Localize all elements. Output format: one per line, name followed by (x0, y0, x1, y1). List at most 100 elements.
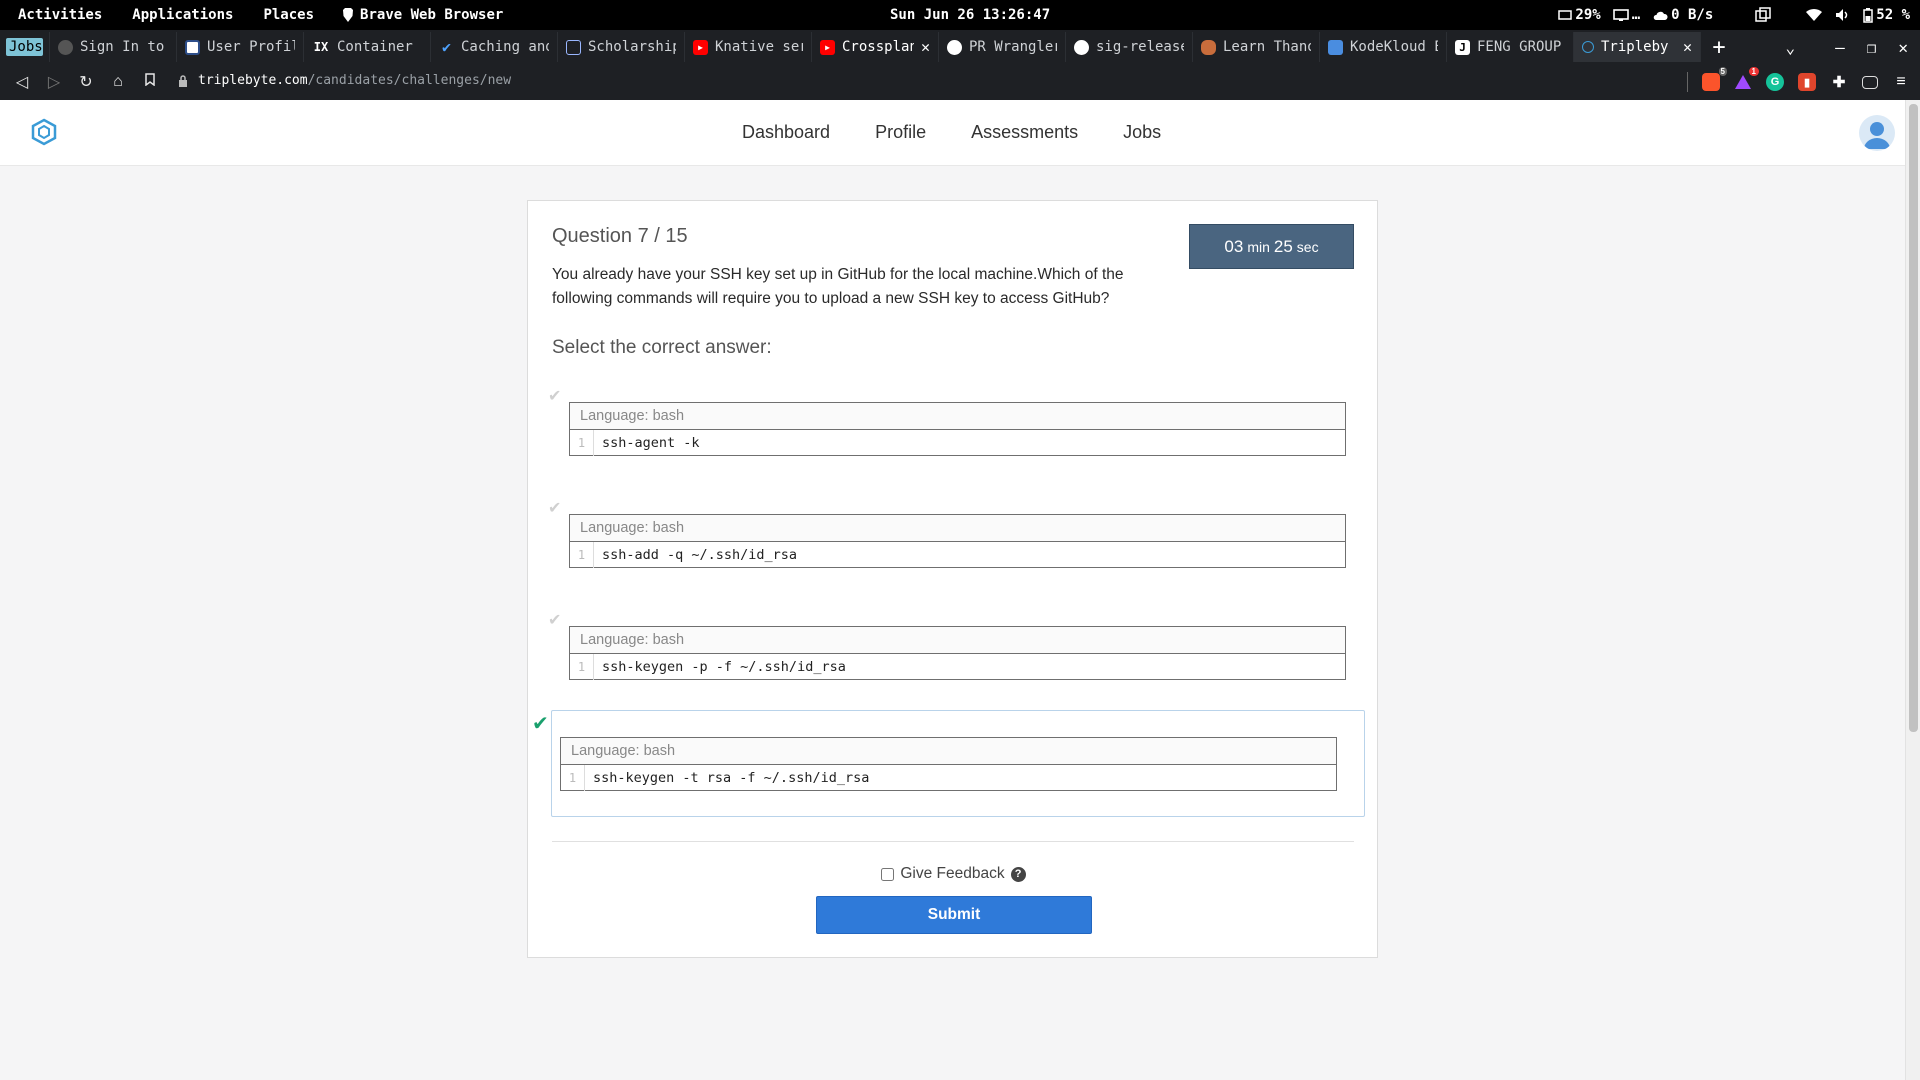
code-language: Language: bash (570, 627, 1345, 654)
question-card: Question 7 / 15 You already have your SS… (527, 200, 1378, 958)
answer-option-3[interactable]: ✔ Language: bash 1 ssh-keygen -p -f ~/.ss… (548, 606, 1356, 704)
tab-knative[interactable]: ▶ Knative ser (685, 32, 812, 62)
user-avatar[interactable] (1859, 115, 1895, 151)
tab-pr-wrangler[interactable]: PR Wrangler (939, 32, 1066, 62)
tab-sig-release[interactable]: sig-release (1066, 32, 1193, 62)
ix-icon: IX (313, 40, 329, 54)
applications-menu[interactable]: Applications (132, 7, 233, 23)
answer-option-2[interactable]: ✔ Language: bash 1 ssh-add -q ~/.ssh/id_r… (548, 494, 1356, 592)
code-line: ssh-keygen -t rsa -f ~/.ssh/id_rsa (593, 770, 870, 786)
url-host: triplebyte.com (198, 73, 308, 88)
system-tray[interactable]: 29% … 0 B/s 52 % (1558, 7, 1910, 23)
back-icon[interactable]: ◁ (6, 72, 38, 92)
code-language: Language: bash (570, 403, 1345, 430)
give-feedback-checkbox[interactable] (881, 867, 895, 881)
wallet-icon[interactable] (1862, 75, 1878, 89)
tab-title: Learn Thano (1223, 39, 1311, 55)
tab-feng-group[interactable]: J FENG GROUP (1447, 32, 1574, 62)
display-value: … (1631, 7, 1641, 23)
grammarly-icon[interactable]: G (1766, 73, 1784, 91)
lock-icon (179, 74, 187, 87)
cpu-value: 29% (1575, 7, 1601, 23)
home-icon[interactable]: ⌂ (102, 73, 134, 91)
brave-shields-icon[interactable]: 5 (1702, 67, 1727, 91)
active-app-menu[interactable]: Brave Web Browser (342, 7, 503, 23)
nav-assessments[interactable]: Assessments (971, 122, 1078, 143)
tab-title: Tripleby (1601, 39, 1669, 55)
new-tab-button[interactable]: + (1701, 35, 1737, 60)
help-icon[interactable]: ? (1010, 866, 1026, 882)
nav-dashboard[interactable]: Dashboard (742, 122, 830, 143)
check-icon: ✔ (548, 500, 562, 517)
tab-container[interactable]: IX Container N (304, 32, 431, 62)
j-icon: J (1455, 39, 1470, 55)
answer-option-4-selected[interactable]: ✔ Language: bash 1 ssh-keygen -t rsa -f ~… (532, 710, 1365, 817)
kodekloud-icon (1328, 39, 1343, 55)
clock[interactable]: Sun Jun 26 13:26:47 (890, 7, 1050, 23)
bookmark-icon[interactable] (134, 73, 166, 91)
page-scrollbar[interactable] (1905, 100, 1920, 1080)
tab-crossplane[interactable]: ▶ Crossplan ✕ (812, 32, 939, 62)
tab-scholarship[interactable]: Scholarship (558, 32, 685, 62)
activities-button[interactable]: Activities (18, 7, 102, 23)
tab-caching[interactable]: ✔ Caching and (431, 32, 558, 62)
browser-tab-bar: Jobs Sign In to User Profil IX Container… (0, 30, 1920, 64)
tab-user-profile[interactable]: User Profil (177, 32, 304, 62)
minimize-icon[interactable]: – (1835, 38, 1845, 57)
tab-group-jobs[interactable]: Jobs (0, 32, 50, 62)
profile-icon (185, 39, 200, 55)
browser-toolbar: ◁ ▷ ↻ ⌂ triplebyte.com/candidates/challe… (0, 64, 1920, 100)
globe-icon (58, 39, 73, 55)
tab-title: Jobs (6, 38, 43, 56)
code-block: Language: bash 1 ssh-agent -k (569, 402, 1346, 456)
github-icon (1074, 39, 1089, 55)
places-menu[interactable]: Places (263, 7, 314, 23)
code-language: Language: bash (561, 738, 1336, 765)
check-icon: ✔ (548, 388, 562, 405)
wifi-icon[interactable] (1805, 8, 1823, 22)
battery-indicator[interactable]: 52 % (1863, 7, 1910, 23)
window-switcher-icon[interactable] (1755, 7, 1772, 23)
tab-kodekloud[interactable]: KodeKloud E (1320, 32, 1447, 62)
divider (552, 841, 1354, 842)
check-icon: ✔ (548, 612, 562, 629)
tab-title: Knative ser (715, 39, 803, 55)
code-line: ssh-agent -k (602, 435, 700, 451)
menu-icon[interactable]: ≡ (1892, 73, 1910, 91)
scrollbar-thumb[interactable] (1909, 104, 1918, 732)
tab-triplebyte[interactable]: Tripleby ✕ (1574, 32, 1701, 62)
tab-title: Sign In to (80, 39, 165, 55)
triplebyte-logo-icon[interactable] (30, 118, 58, 151)
brave-rewards-icon[interactable]: 1 (1734, 67, 1759, 91)
network-speed-value: 0 B/s (1671, 7, 1714, 23)
reload-icon[interactable]: ↻ (70, 72, 102, 92)
answer-option-1[interactable]: ✔ Language: bash 1 ssh-agent -k (548, 382, 1356, 480)
nav-profile[interactable]: Profile (875, 122, 926, 143)
scholarship-icon (566, 39, 581, 55)
question-number: Question 7 / 15 (552, 225, 688, 247)
address-bar[interactable]: triplebyte.com/candidates/challenges/new (178, 73, 511, 88)
monitor-icon (1612, 8, 1629, 21)
tab-sign-in[interactable]: Sign In to (50, 32, 177, 62)
tab-title: KodeKloud E (1350, 39, 1438, 55)
give-feedback-row: Give Feedback ? (528, 865, 1379, 883)
volume-icon[interactable] (1835, 8, 1851, 22)
forward-icon[interactable]: ▷ (38, 72, 70, 92)
close-window-icon[interactable]: ✕ (1898, 38, 1908, 57)
code-block: Language: bash 1 ssh-keygen -t rsa -f ~/.… (560, 737, 1337, 791)
line-number: 1 (561, 765, 585, 791)
code-block: Language: bash 1 ssh-add -q ~/.ssh/id_rsa (569, 514, 1346, 568)
close-tab-icon[interactable]: ✕ (1683, 38, 1692, 56)
submit-button[interactable]: Submit (816, 896, 1092, 934)
code-line: ssh-add -q ~/.ssh/id_rsa (602, 547, 798, 563)
office-icon[interactable]: ▮ (1798, 73, 1816, 91)
timer-minutes-unit: min (1247, 238, 1270, 255)
restore-icon[interactable]: ❐ (1867, 38, 1877, 57)
nav-jobs[interactable]: Jobs (1123, 122, 1161, 143)
tab-learn-thanos[interactable]: Learn Thano (1193, 32, 1320, 62)
tab-search-chevron-icon[interactable]: ⌄ (1785, 38, 1795, 57)
give-feedback-label[interactable]: Give Feedback (900, 865, 1004, 883)
close-tab-icon[interactable]: ✕ (921, 38, 930, 56)
extensions-puzzle-icon[interactable]: ✚ (1830, 73, 1848, 91)
countdown-timer: 03 min 25 sec (1189, 224, 1354, 269)
